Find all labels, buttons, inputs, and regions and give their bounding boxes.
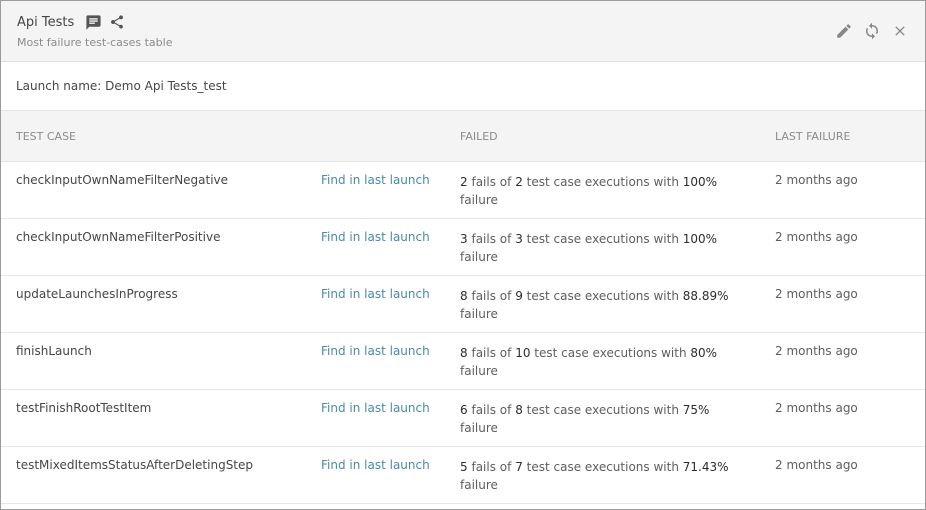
executions-text: test case executions with xyxy=(534,346,687,360)
failed-summary: 6 fails of 8 test case executions with 7… xyxy=(460,401,760,437)
failure-word: failure xyxy=(460,421,498,435)
find-in-last-launch-link[interactable]: Find in last launch xyxy=(321,287,430,301)
table-body: checkInputOwnNameFilterNegative Find in … xyxy=(1,162,925,504)
table-row: updateLaunchesInProgress Find in last la… xyxy=(1,276,925,333)
fails-count: 2 xyxy=(460,175,468,189)
last-failure: 2 months ago xyxy=(775,401,858,415)
table-row: finishLaunch Find in last launch 8 fails… xyxy=(1,333,925,390)
failure-word: failure xyxy=(460,250,498,264)
find-in-last-launch-link[interactable]: Find in last launch xyxy=(321,458,430,472)
close-icon[interactable] xyxy=(889,20,911,42)
failure-percent: 100% xyxy=(682,232,718,246)
column-header-test-case: TEST CASE xyxy=(16,130,77,143)
table-row: checkInputOwnNameFilterPositive Find in … xyxy=(1,219,925,276)
executions-text: test case executions with xyxy=(526,460,679,474)
table-row: checkInputOwnNameFilterNegative Find in … xyxy=(1,162,925,219)
failed-summary: 8 fails of 10 test case executions with … xyxy=(460,344,760,380)
widget-title: Api Tests xyxy=(17,14,75,30)
total-count: 8 xyxy=(515,403,523,417)
fails-count: 5 xyxy=(460,460,468,474)
failure-word: failure xyxy=(460,478,498,492)
failure-percent: 88.89% xyxy=(682,289,729,303)
failed-summary: 2 fails of 2 test case executions with 1… xyxy=(460,173,760,209)
table-row: testMixedItemsStatusAfterDeletingStep Fi… xyxy=(1,447,925,504)
test-case-name: testFinishRootTestItem xyxy=(16,401,152,415)
failure-percent: 75% xyxy=(682,403,710,417)
fails-of-text: fails of xyxy=(471,460,512,474)
share-icon[interactable] xyxy=(107,12,127,32)
fails-of-text: fails of xyxy=(471,403,512,417)
table-header: TEST CASE FAILED LAST FAILURE xyxy=(1,111,925,162)
total-count: 9 xyxy=(515,289,523,303)
failure-word: failure xyxy=(460,364,498,378)
failed-summary: 3 fails of 3 test case executions with 1… xyxy=(460,230,760,266)
widget-subtitle: Most failure test-cases table xyxy=(17,36,173,49)
fails-of-text: fails of xyxy=(471,289,512,303)
total-count: 10 xyxy=(515,346,531,360)
last-failure: 2 months ago xyxy=(775,173,858,187)
fails-count: 8 xyxy=(460,346,468,360)
launch-name: Launch name: Demo Api Tests_test xyxy=(1,62,925,111)
pencil-icon[interactable] xyxy=(833,20,855,42)
column-header-failed: FAILED xyxy=(460,130,498,143)
failure-percent: 80% xyxy=(690,346,718,360)
column-header-last-failure: LAST FAILURE xyxy=(775,130,851,143)
total-count: 7 xyxy=(515,460,523,474)
test-case-name: checkInputOwnNameFilterNegative xyxy=(16,173,229,187)
failed-summary: 8 fails of 9 test case executions with 8… xyxy=(460,287,760,323)
widget-controls xyxy=(827,20,911,42)
test-case-name: checkInputOwnNameFilterPositive xyxy=(16,230,221,244)
fails-count: 6 xyxy=(460,403,468,417)
failure-percent: 71.43% xyxy=(682,460,729,474)
widget: Api Tests Most failure test-cases table … xyxy=(0,0,926,510)
total-count: 3 xyxy=(515,232,523,246)
executions-text: test case executions with xyxy=(526,232,679,246)
refresh-icon[interactable] xyxy=(861,20,883,42)
fails-of-text: fails of xyxy=(471,175,512,189)
failed-summary: 5 fails of 7 test case executions with 7… xyxy=(460,458,760,494)
widget-header: Api Tests Most failure test-cases table xyxy=(1,1,925,62)
failure-word: failure xyxy=(460,193,498,207)
test-case-name: finishLaunch xyxy=(16,344,92,358)
find-in-last-launch-link[interactable]: Find in last launch xyxy=(321,230,430,244)
executions-text: test case executions with xyxy=(526,175,679,189)
fails-count: 8 xyxy=(460,289,468,303)
comment-icon[interactable] xyxy=(83,12,103,32)
find-in-last-launch-link[interactable]: Find in last launch xyxy=(321,401,430,415)
executions-text: test case executions with xyxy=(526,289,679,303)
total-count: 2 xyxy=(515,175,523,189)
last-failure: 2 months ago xyxy=(775,458,858,472)
find-in-last-launch-link[interactable]: Find in last launch xyxy=(321,173,430,187)
last-failure: 2 months ago xyxy=(775,287,858,301)
table-row: testFinishRootTestItem Find in last laun… xyxy=(1,390,925,447)
fails-count: 3 xyxy=(460,232,468,246)
failure-percent: 100% xyxy=(682,175,718,189)
last-failure: 2 months ago xyxy=(775,230,858,244)
last-failure: 2 months ago xyxy=(775,344,858,358)
test-case-name: testMixedItemsStatusAfterDeletingStep xyxy=(16,458,254,472)
find-in-last-launch-link[interactable]: Find in last launch xyxy=(321,344,430,358)
failure-word: failure xyxy=(460,307,498,321)
fails-of-text: fails of xyxy=(471,232,512,246)
title-row: Api Tests xyxy=(17,12,127,32)
executions-text: test case executions with xyxy=(526,403,679,417)
fails-of-text: fails of xyxy=(471,346,512,360)
test-case-name: updateLaunchesInProgress xyxy=(16,287,178,301)
